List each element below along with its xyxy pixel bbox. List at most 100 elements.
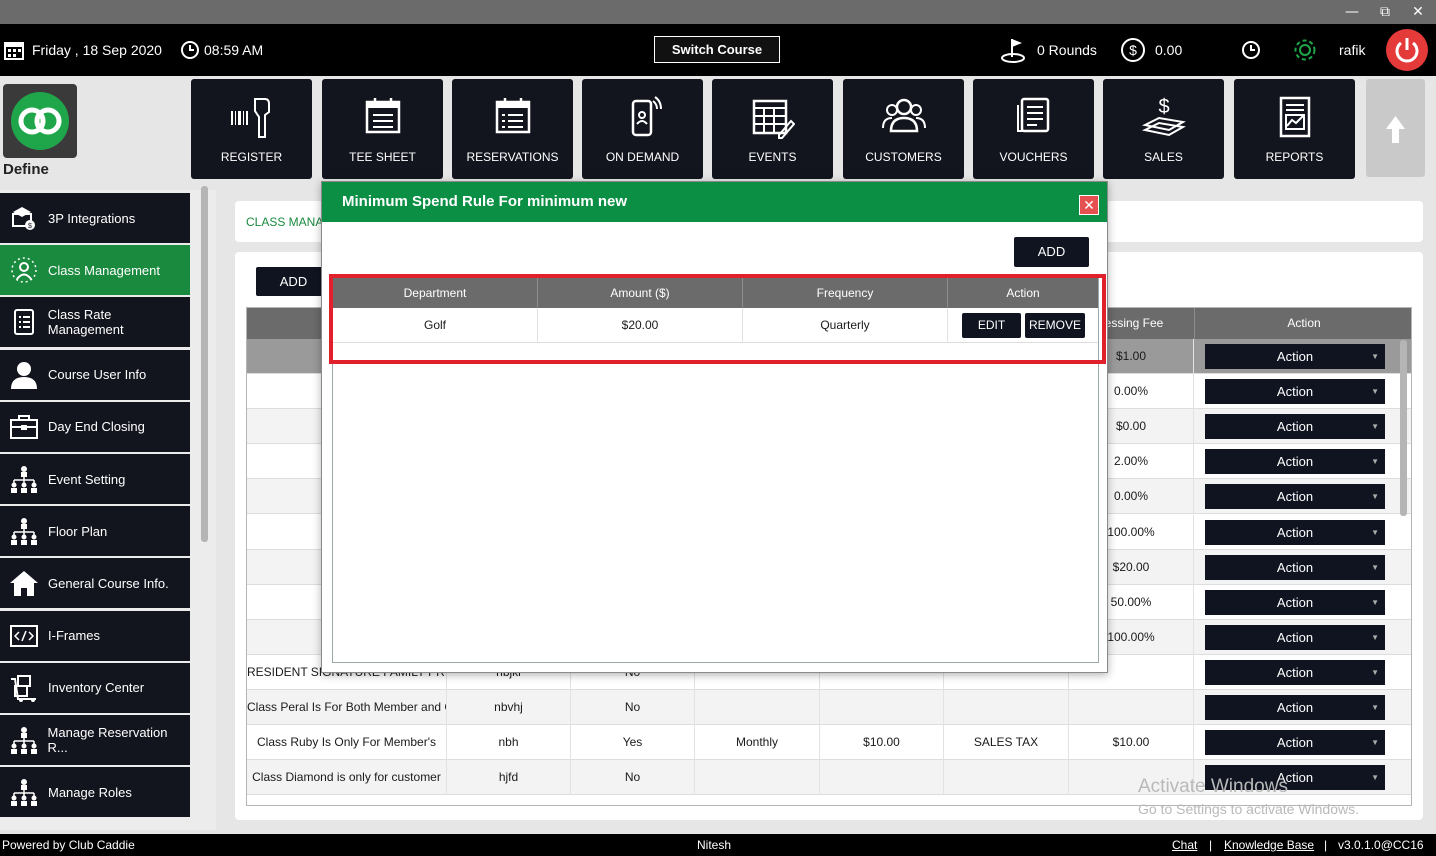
table-cell [944, 690, 1069, 725]
settings-gear-icon[interactable] [1292, 24, 1318, 76]
sidebar-item-manage-roles[interactable]: Manage Roles [0, 767, 190, 818]
power-button[interactable] [1386, 29, 1428, 71]
nav-label: TEE SHEET [349, 150, 416, 164]
nav-customers[interactable]: CUSTOMERS [843, 79, 964, 179]
sidebar-item-class-management[interactable]: Class Management [0, 245, 190, 296]
action-dropdown[interactable]: Action ▼ [1205, 695, 1385, 720]
footer-separator: | [1324, 838, 1328, 852]
sidebar-scrollbar[interactable] [201, 186, 208, 542]
chevron-down-icon: ▼ [1371, 562, 1379, 572]
org-chart-icon [0, 715, 48, 765]
action-dropdown[interactable]: Action ▼ [1205, 379, 1385, 405]
sidebar-item-day-end-closing[interactable]: Day End Closing [0, 401, 190, 452]
action-dropdown[interactable]: Action ▼ [1205, 519, 1385, 545]
sidebar-item-manage-reservation-r[interactable]: Manage Reservation R... [0, 715, 190, 765]
arrow-up-icon [1386, 116, 1405, 143]
sidebar-item-event-setting[interactable]: Event Setting [0, 454, 190, 504]
sidebar-item-3p-integrations[interactable]: $3P Integrations [0, 193, 190, 243]
nav-events[interactable]: EVENTS [712, 79, 833, 179]
breadcrumb[interactable]: CLASS MANAG [246, 215, 333, 229]
action-dropdown[interactable]: Action ▼ [1205, 449, 1385, 475]
action-dropdown-label: Action [1276, 384, 1314, 400]
org-chart-icon [0, 454, 48, 504]
sidebar-item-course-user-info[interactable]: Course User Info [0, 349, 190, 400]
chat-link[interactable]: Chat [1172, 838, 1197, 852]
minimize-icon[interactable]: — [1340, 2, 1364, 22]
sidebar-item-label: 3P Integrations [48, 210, 136, 226]
chevron-down-icon: ▼ [1371, 632, 1379, 642]
nav-tee-sheet[interactable]: TEE SHEET [322, 79, 443, 179]
action-dropdown[interactable]: Action ▼ [1205, 414, 1385, 440]
switch-course-button[interactable]: Switch Course [654, 36, 780, 63]
close-icon: ✕ [1083, 197, 1095, 213]
sidebar-item-label: I-Frames [48, 628, 100, 644]
sales-icon: $ [1103, 95, 1224, 139]
sidebar-item-floor-plan[interactable]: Floor Plan [0, 506, 190, 557]
nav-register[interactable]: REGISTER [191, 79, 312, 179]
chevron-down-icon: ▼ [1371, 352, 1379, 361]
customers-icon [843, 95, 964, 139]
table-cell: nbh [447, 725, 571, 761]
sidebar-item-class-rate-management[interactable]: Class Rate Management [0, 297, 190, 348]
barcode-scanner-icon [191, 95, 312, 139]
action-dropdown-label: Action [1276, 629, 1314, 645]
table-scrollbar[interactable] [1400, 340, 1407, 516]
sidebar-item-i-frames[interactable]: I-Frames [0, 610, 190, 661]
chevron-down-icon: ▼ [1371, 527, 1379, 537]
integrations-icon: $ [0, 193, 48, 243]
action-dropdown-label: Action [1276, 664, 1314, 680]
nav-reports[interactable]: REPORTS [1234, 79, 1355, 179]
class-management-icon [0, 245, 48, 295]
sidebar-item-general-course-info[interactable]: General Course Info. [0, 558, 190, 609]
scroll-up-button[interactable] [1366, 79, 1425, 177]
modal-close-button[interactable]: ✕ [1079, 195, 1099, 215]
table-row[interactable]: Class Peral Is For Both Member and Cnbvh… [247, 690, 1411, 725]
fee-cell [1069, 690, 1194, 725]
briefcase-icon [0, 402, 48, 452]
code-icon [0, 611, 48, 661]
mobile-phone-icon [582, 95, 703, 139]
action-dropdown-label: Action [1276, 735, 1314, 751]
sidebar-item-label: Course User Info [48, 367, 147, 383]
nav-on-demand[interactable]: ON DEMAND [582, 79, 703, 179]
nav-vouchers[interactable]: VOUCHERS [973, 79, 1094, 179]
action-dropdown[interactable]: Action ▼ [1205, 344, 1385, 369]
define-label: Define [3, 161, 49, 178]
restore-icon[interactable]: ⧉ [1373, 2, 1397, 22]
current-time: 08:59 AM [204, 42, 264, 58]
svg-text:$: $ [1129, 42, 1137, 58]
sidebar-item-inventory-center[interactable]: Inventory Center [0, 662, 190, 713]
action-dropdown[interactable]: Action ▼ [1205, 589, 1385, 615]
action-dropdown-label: Action [1276, 349, 1314, 364]
action-dropdown[interactable]: Action ▼ [1205, 484, 1385, 510]
action-dropdown[interactable]: Action ▼ [1205, 624, 1385, 650]
table-row[interactable]: Class Ruby Is Only For Member's nbh Yes Mon… [247, 725, 1411, 761]
knowledge-base-link[interactable]: Knowledge Base [1224, 838, 1314, 852]
table-cell [695, 760, 820, 796]
nav-reservations[interactable]: RESERVATIONS [452, 79, 573, 179]
chevron-down-icon: ▼ [1371, 492, 1379, 502]
calendar-list-icon [452, 95, 573, 139]
footer-separator: | [1209, 838, 1213, 852]
app-logo [3, 84, 77, 158]
top-bar: Friday , 18 Sep 2020 08:59 AM Switch Cou… [0, 24, 1436, 76]
modal-add-button[interactable]: ADD [1014, 237, 1089, 267]
nav-sales[interactable]: $ SALES [1103, 79, 1224, 179]
clock-icon [180, 24, 200, 76]
reports-icon [1234, 95, 1355, 139]
action-dropdown[interactable]: Action ▼ [1205, 554, 1385, 580]
history-clock-icon[interactable] [1241, 24, 1261, 76]
sidebar-item-label: Event Setting [48, 471, 126, 487]
table-cell: No [571, 760, 695, 796]
inventory-icon [0, 663, 48, 713]
chevron-down-icon: ▼ [1371, 387, 1379, 397]
nav-label: CUSTOMERS [865, 150, 942, 164]
add-class-button[interactable]: ADD [256, 267, 331, 296]
close-window-icon[interactable]: ✕ [1406, 2, 1430, 22]
powered-by: Powered by Club Caddie [2, 838, 135, 852]
action-dropdown[interactable]: Action ▼ [1205, 659, 1385, 685]
action-dropdown[interactable]: Action ▼ [1205, 730, 1385, 756]
action-dropdown-label: Action [1276, 489, 1314, 505]
username[interactable]: rafik [1339, 24, 1365, 76]
table-cell: Yes [571, 725, 695, 761]
